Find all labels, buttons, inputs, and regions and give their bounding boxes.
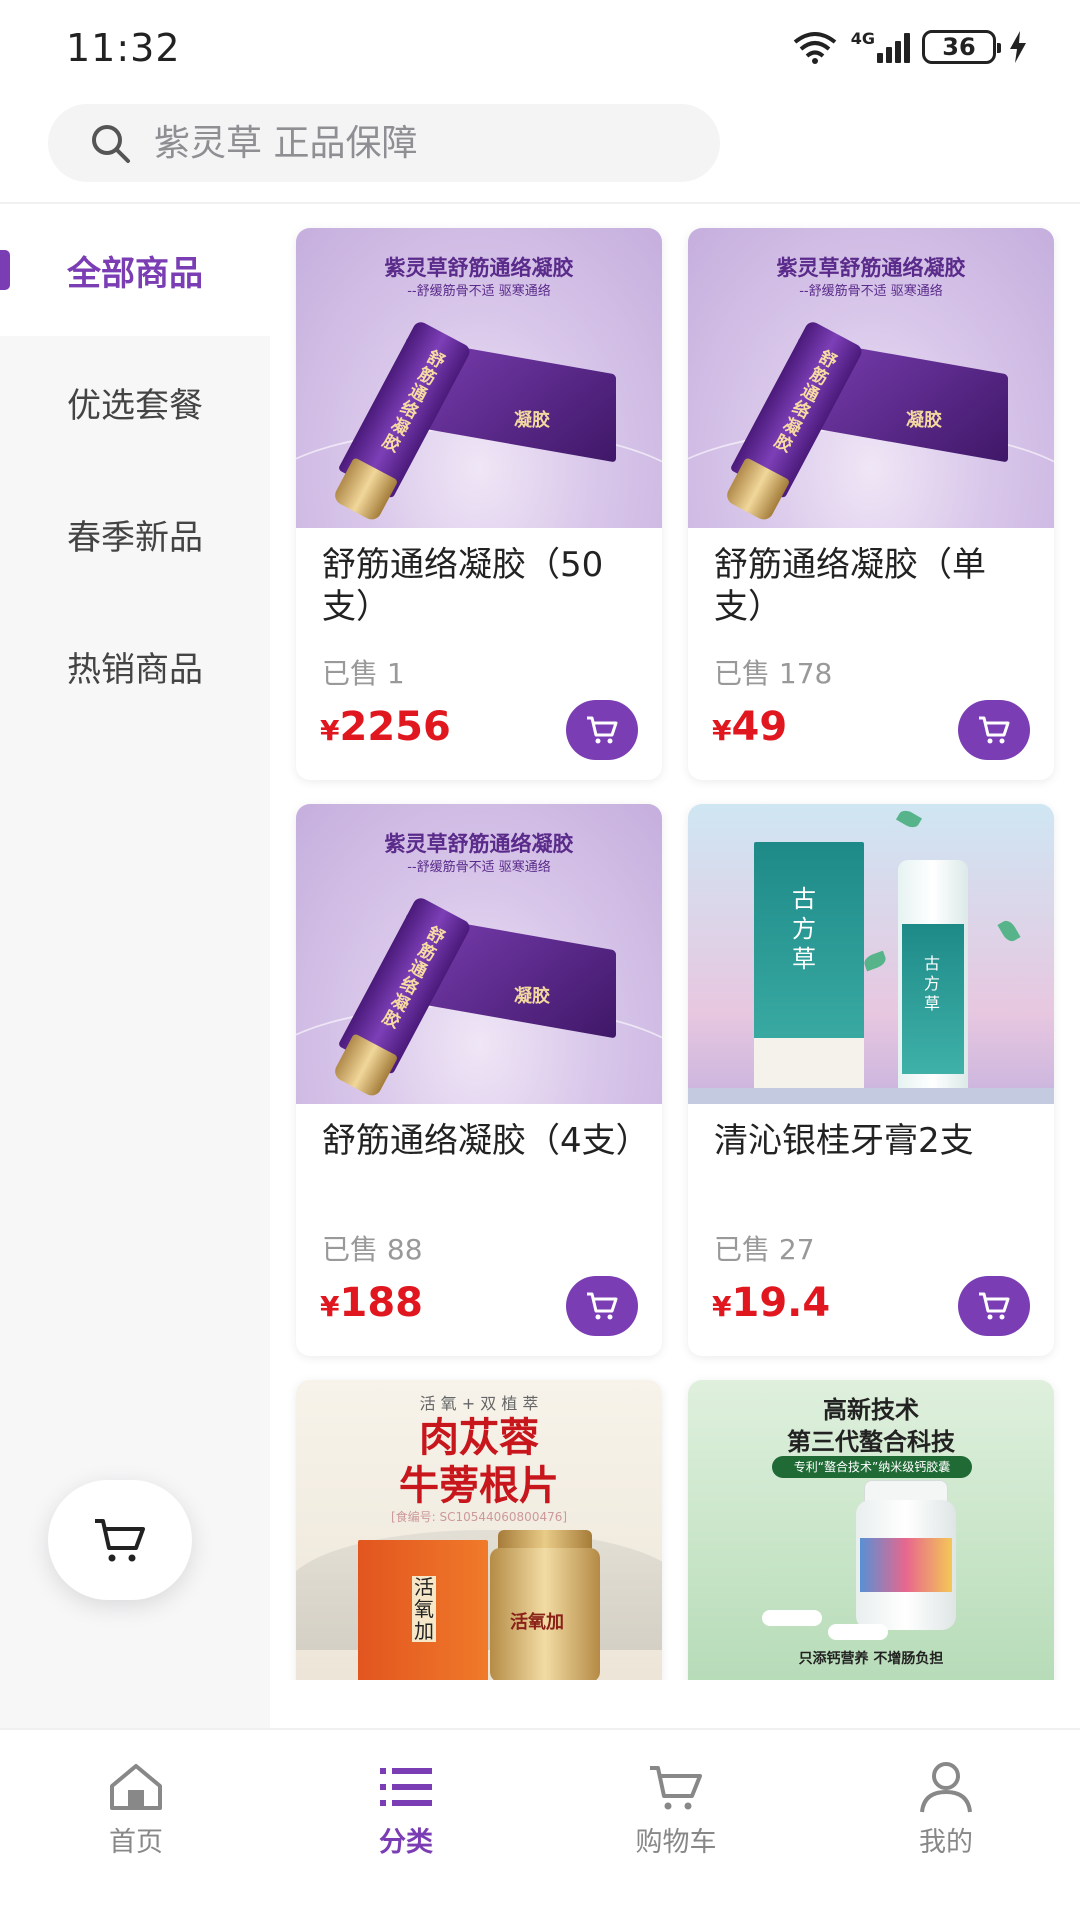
product-card[interactable]: 高新技术 第三代螯合科技 专利“螯合技术”纳米级钙胶囊 只添钙营养 不增肠负担	[688, 1380, 1054, 1680]
image-title: 紫灵草舒筋通络凝胶	[384, 256, 574, 280]
sidebar-item-label: 全部商品	[67, 253, 203, 294]
home-icon	[110, 1764, 162, 1810]
product-price: ¥49	[712, 704, 788, 750]
product-price: ¥188	[320, 1280, 423, 1326]
image-box-text: 活氧加	[412, 1575, 436, 1643]
image-subtitle: --舒缓筋骨不适 驱寒通络	[407, 860, 551, 875]
product-title[interactable]: 舒筋通络凝胶（单支）	[714, 544, 1034, 628]
charging-icon	[1010, 31, 1026, 63]
status-bar: 11:32 4G 36	[0, 0, 1080, 100]
cart-icon	[587, 1292, 618, 1320]
add-to-cart-button[interactable]	[958, 700, 1030, 760]
tab-label: 购物车	[635, 1827, 717, 1858]
product-title[interactable]: 舒筋通络凝胶（50支）	[322, 544, 642, 628]
image-subtitle: --舒缓筋骨不适 驱寒通络	[407, 284, 551, 299]
battery-level: 36	[942, 33, 976, 61]
cart-icon	[979, 1292, 1010, 1320]
product-image[interactable]: 活 氧 + 双 植 萃 肉苁蓉 牛蒡根片 [食编号: SC10544060800…	[296, 1380, 662, 1680]
image-code: [食编号: SC10544060800476]	[390, 1510, 568, 1524]
image-box-text: 凝胶	[514, 986, 550, 1007]
product-card[interactable]: 紫灵草舒筋通络凝胶 --舒缓筋骨不适 驱寒通络 凝胶 舒筋通络凝胶 舒筋通络凝胶…	[688, 228, 1054, 780]
product-card[interactable]: 古方草 古方草 清沁银桂牙膏2支 已售 27 ¥19.4	[688, 804, 1054, 1356]
sidebar-item-bundles[interactable]: 优选套餐	[0, 336, 270, 468]
tab-category[interactable]: 分类	[326, 1760, 486, 1859]
add-to-cart-button[interactable]	[566, 1276, 638, 1336]
add-to-cart-button[interactable]	[958, 1276, 1030, 1336]
search-input[interactable]	[154, 122, 674, 164]
tab-home[interactable]: 首页	[56, 1760, 216, 1859]
search-icon	[92, 125, 130, 163]
image-subtitle: 第三代螯合科技	[787, 1428, 955, 1456]
tab-label: 分类	[379, 1827, 433, 1858]
image-title: 肉苁蓉 牛蒡根片	[399, 1415, 559, 1509]
add-to-cart-button[interactable]	[566, 700, 638, 760]
product-sold-count: 已售 1	[322, 657, 405, 690]
sidebar-item-hot-sellers[interactable]: 热销商品	[0, 600, 270, 732]
user-icon	[920, 1762, 972, 1813]
sidebar-item-spring-new[interactable]: 春季新品	[0, 468, 270, 600]
wifi-icon	[793, 32, 836, 64]
product-image[interactable]: 紫灵草舒筋通络凝胶 --舒缓筋骨不适 驱寒通络 凝胶 舒筋通络凝胶	[296, 804, 662, 1104]
status-icons: 4G 36	[791, 30, 1028, 64]
product-card[interactable]: 紫灵草舒筋通络凝胶 --舒缓筋骨不适 驱寒通络 凝胶 舒筋通络凝胶 舒筋通络凝胶…	[296, 228, 662, 780]
image-tagline: 活 氧 + 双 植 萃	[419, 1394, 539, 1413]
product-card[interactable]: 紫灵草舒筋通络凝胶 --舒缓筋骨不适 驱寒通络 凝胶 舒筋通络凝胶 舒筋通络凝胶…	[296, 804, 662, 1356]
product-card[interactable]: 活 氧 + 双 植 萃 肉苁蓉 牛蒡根片 [食编号: SC10544060800…	[296, 1380, 662, 1680]
image-jar-text: 活氧加	[510, 1612, 564, 1633]
product-grid: 紫灵草舒筋通络凝胶 --舒缓筋骨不适 驱寒通络 凝胶 舒筋通络凝胶 舒筋通络凝胶…	[270, 204, 1080, 1680]
image-title: 紫灵草舒筋通络凝胶	[384, 832, 574, 856]
product-sold-count: 已售 178	[714, 657, 833, 690]
tab-profile[interactable]: 我的	[866, 1760, 1026, 1859]
product-image[interactable]: 紫灵草舒筋通络凝胶 --舒缓筋骨不适 驱寒通络 凝胶 舒筋通络凝胶	[296, 228, 662, 528]
image-title: 紫灵草舒筋通络凝胶	[776, 256, 966, 280]
sidebar-item-label: 优选套餐	[67, 385, 203, 426]
search-bar[interactable]	[48, 104, 720, 182]
sidebar-item-label: 春季新品	[67, 517, 203, 558]
image-bottle-text: 古方草	[924, 954, 941, 1013]
image-box-text: 古方草	[792, 885, 816, 973]
status-time: 11:32	[66, 26, 181, 70]
signal-icon: 4G	[851, 31, 910, 63]
sidebar-item-all-products[interactable]: 全部商品	[0, 204, 270, 336]
tab-label: 首页	[109, 1827, 163, 1858]
product-sold-count: 已售 88	[322, 1233, 423, 1266]
cart-icon	[650, 1766, 702, 1810]
image-footer: 只添钙营养 不增肠负担	[798, 1651, 944, 1667]
product-image[interactable]: 古方草 古方草	[688, 804, 1054, 1104]
image-box-text: 凝胶	[906, 410, 942, 431]
image-title: 高新技术	[823, 1396, 919, 1424]
cart-icon	[95, 1519, 145, 1562]
product-sold-count: 已售 27	[714, 1233, 815, 1266]
tab-label: 我的	[919, 1827, 973, 1858]
tab-cart[interactable]: 购物车	[596, 1760, 756, 1859]
product-title[interactable]: 舒筋通络凝胶（4支）	[322, 1120, 650, 1162]
active-indicator	[0, 250, 10, 290]
product-title[interactable]: 清沁银桂牙膏2支	[714, 1120, 1034, 1162]
product-image[interactable]: 紫灵草舒筋通络凝胶 --舒缓筋骨不适 驱寒通络 凝胶 舒筋通络凝胶	[688, 228, 1054, 528]
cart-icon	[587, 716, 618, 744]
list-icon	[380, 1768, 432, 1806]
network-type: 4G	[850, 29, 875, 48]
cart-icon	[979, 716, 1010, 744]
product-price: ¥19.4	[712, 1280, 831, 1326]
product-image[interactable]: 高新技术 第三代螯合科技 专利“螯合技术”纳米级钙胶囊 只添钙营养 不增肠负担	[688, 1380, 1054, 1680]
image-subtitle: --舒缓筋骨不适 驱寒通络	[799, 284, 943, 299]
sidebar-item-label: 热销商品	[67, 649, 203, 690]
image-box-text: 凝胶	[514, 410, 550, 431]
image-badge: 专利“螯合技术”纳米级钙胶囊	[772, 1456, 972, 1478]
bottom-tab-bar: 首页 分类 购物车 我的	[0, 1728, 1080, 1920]
floating-cart-button[interactable]	[48, 1480, 192, 1600]
battery-icon: 36	[922, 30, 1001, 64]
product-price: ¥2256	[320, 704, 451, 750]
